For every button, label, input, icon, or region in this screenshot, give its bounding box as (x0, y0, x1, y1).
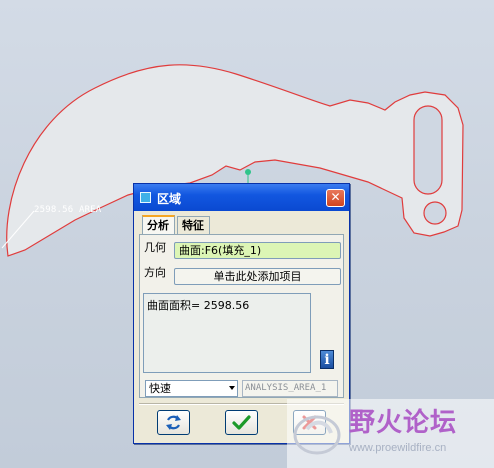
dialog-app-icon (140, 192, 151, 203)
tab-feature[interactable]: 特征 (177, 216, 210, 234)
watermark-brand: 野火论坛 (349, 408, 458, 438)
direction-label: 方向 (144, 266, 166, 279)
repeat-icon (166, 415, 181, 430)
round-hole (423, 201, 447, 225)
analysis-name-input[interactable]: ANALYSIS_AREA_1 (242, 380, 338, 397)
watermark: 野火论坛 www.proewildfire.cn (287, 399, 494, 468)
direction-field[interactable]: 单击此处添加项目 (174, 268, 341, 285)
chevron-down-icon (229, 386, 235, 390)
result-text: 曲面面积= 2598.56 (147, 299, 250, 312)
mode-select-value: 快速 (149, 382, 171, 395)
slot-hole (413, 105, 443, 195)
watermark-url: www.proewildfire.cn (349, 442, 447, 454)
info-button[interactable]: i (320, 350, 334, 369)
geometry-field[interactable]: 曲面:F6(填充_1) (174, 242, 341, 259)
dialog-title: 区域 (157, 192, 182, 206)
datum-marker (245, 169, 251, 175)
geometry-label: 几何 (144, 241, 166, 254)
close-button[interactable]: ✕ (326, 189, 345, 207)
dialog-titlebar[interactable]: 区域 ✕ (134, 184, 349, 211)
checkmark-icon (232, 415, 251, 430)
watermark-logo-icon (293, 415, 341, 455)
mode-select[interactable]: 快速 (145, 380, 238, 397)
repeat-button[interactable] (157, 410, 190, 435)
area-annotation: 2598.56 AREA (34, 205, 102, 215)
tab-analysis[interactable]: 分析 (142, 215, 175, 235)
result-textbox: 曲面面积= 2598.56 (143, 293, 311, 373)
ok-button[interactable] (225, 410, 258, 435)
analysis-panel: 几何 曲面:F6(填充_1) 方向 单击此处添加项目 曲面面积= 2598.56… (139, 234, 344, 398)
